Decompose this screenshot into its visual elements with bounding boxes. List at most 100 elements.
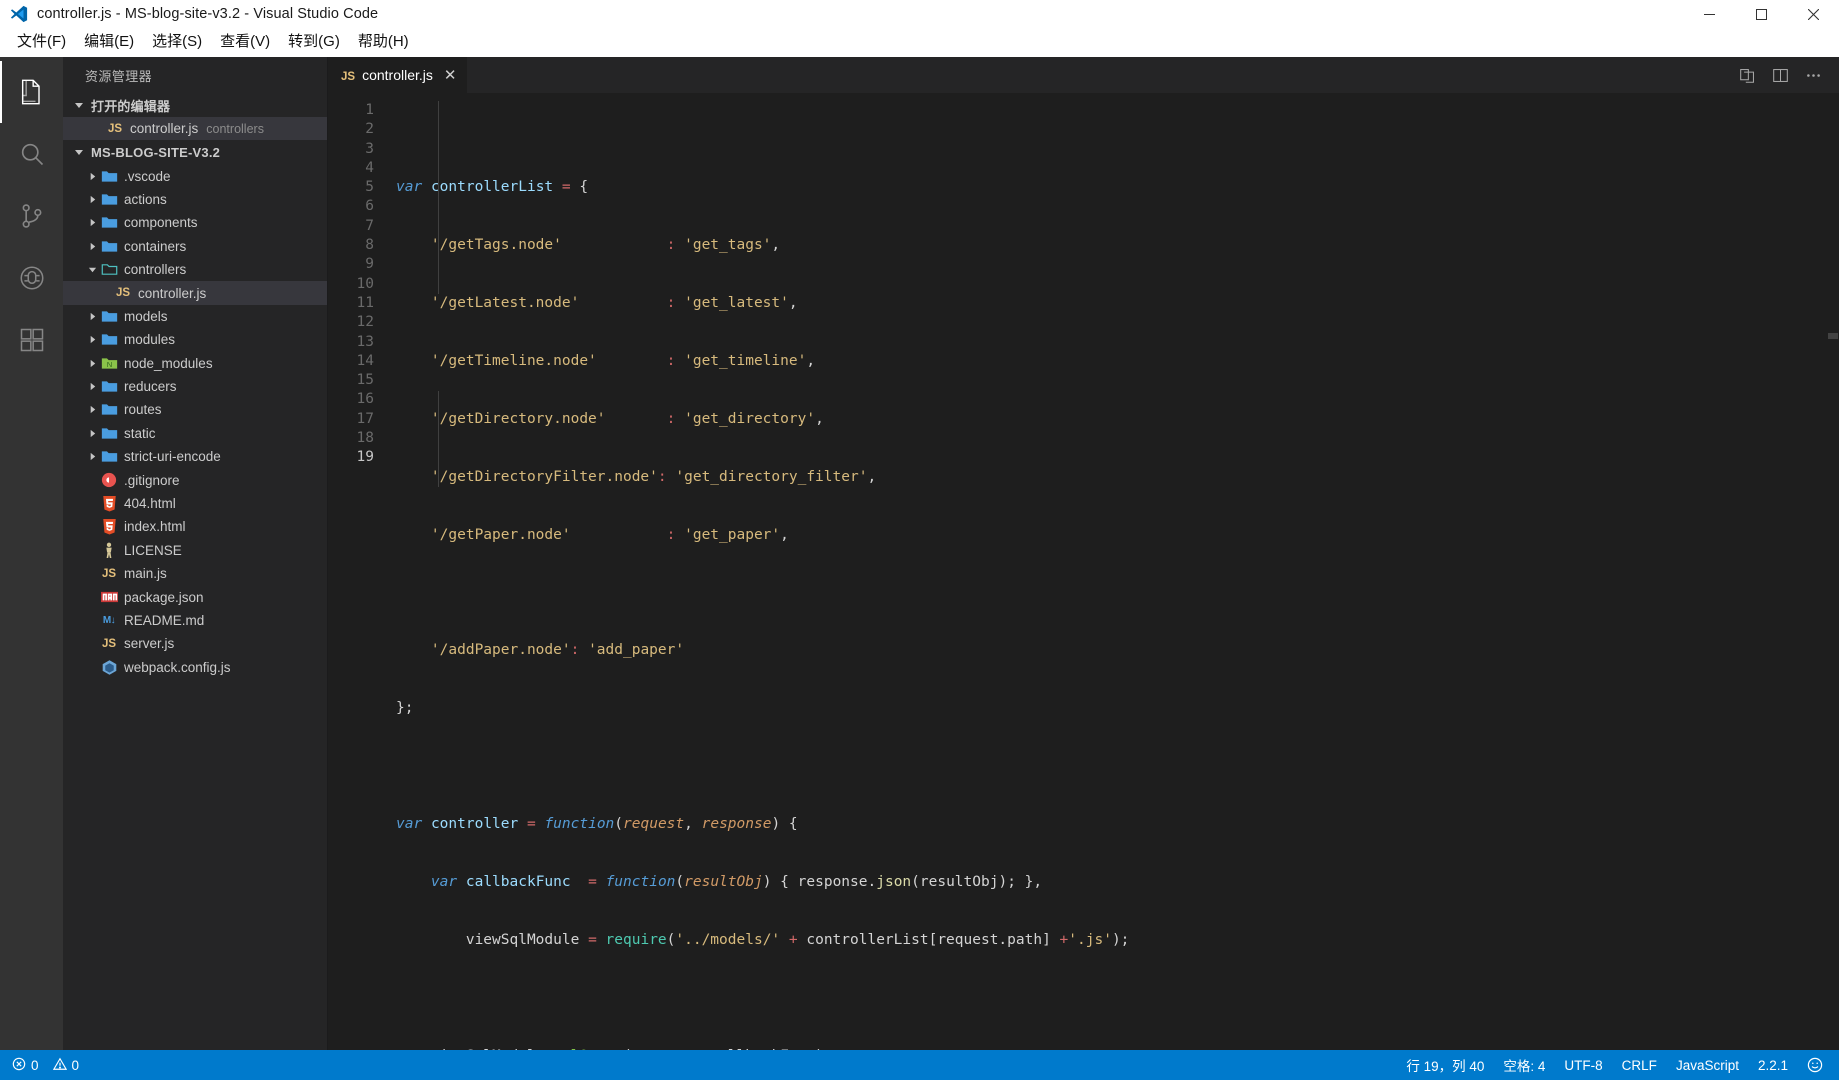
activity-search-button[interactable]	[0, 123, 63, 185]
tree-item-modules[interactable]: modules	[63, 328, 327, 351]
activity-explorer-button[interactable]	[0, 61, 63, 123]
tree-item-vscode[interactable]: .vscode	[63, 164, 327, 187]
menu-goto[interactable]: 转到(G)	[279, 31, 349, 54]
npm-file-icon	[99, 591, 119, 603]
vscode-window: controller.js - MS-blog-site-v3.2 - Visu…	[0, 0, 1839, 1080]
tree-item-strict-uri-encode[interactable]: strict-uri-encode	[63, 445, 327, 468]
smiley-icon[interactable]	[1807, 1057, 1823, 1073]
tree-item-controllers[interactable]: controllers	[63, 258, 327, 281]
tree-item-label: webpack.config.js	[124, 659, 231, 675]
more-actions-icon[interactable]	[1805, 67, 1822, 84]
chevron-right-icon[interactable]	[85, 218, 99, 227]
git-file-icon	[99, 472, 119, 488]
line-number: 18	[356, 430, 374, 447]
code-line-12: var controller = function(request, respo…	[396, 815, 798, 832]
tree-item-components[interactable]: components	[63, 211, 327, 234]
menu-view[interactable]: 查看(V)	[211, 31, 279, 54]
chevron-right-icon[interactable]	[85, 429, 99, 438]
tree-item-label: main.js	[124, 566, 167, 582]
license-file-icon	[99, 542, 119, 559]
menu-bar: 文件(F) 编辑(E) 选择(S) 查看(V) 转到(G) 帮助(H)	[0, 28, 1839, 57]
tree-item-label: .gitignore	[124, 472, 180, 488]
chevron-right-icon[interactable]	[85, 195, 99, 204]
indent-guide	[438, 391, 439, 487]
line-number: 10	[356, 275, 374, 292]
tree-item-license[interactable]: LICENSE	[63, 539, 327, 562]
minimize-button[interactable]	[1683, 0, 1735, 28]
tree-item-actions[interactable]: actions	[63, 188, 327, 211]
code-line-4: '/getTimeline.node' : 'get_timeline',	[430, 352, 816, 369]
tree-item-server-js[interactable]: JS server.js	[63, 632, 327, 655]
tree-item-label: README.md	[124, 613, 205, 628]
indentation[interactable]: 空格: 4	[1503, 1055, 1545, 1075]
code-line-7: '/getPaper.node' : 'get_paper',	[430, 526, 789, 543]
tree-item-404-html[interactable]: 404.html	[63, 492, 327, 515]
open-changes-icon[interactable]	[1739, 67, 1756, 84]
tree-item-containers[interactable]: containers	[63, 235, 327, 258]
tree-item-models[interactable]: models	[63, 305, 327, 328]
code-content[interactable]: var controllerList = { '/getTags.node' :…	[386, 93, 1825, 1050]
chevron-down-icon[interactable]	[85, 265, 99, 274]
chevron-right-icon[interactable]	[85, 312, 99, 321]
menu-file[interactable]: 文件(F)	[8, 31, 75, 54]
menu-help[interactable]: 帮助(H)	[349, 31, 418, 54]
activity-source-control-button[interactable]	[0, 185, 63, 247]
chevron-right-icon[interactable]	[85, 242, 99, 251]
menu-selection[interactable]: 选择(S)	[143, 31, 211, 54]
tree-item-routes[interactable]: routes	[63, 398, 327, 421]
chevron-right-icon[interactable]	[85, 452, 99, 461]
tree-item-main-js[interactable]: JS main.js	[63, 562, 327, 585]
open-editor-item[interactable]: JS controller.js controllers	[63, 117, 327, 141]
node-folder-icon: N	[99, 355, 119, 372]
activity-extensions-button[interactable]	[0, 309, 63, 371]
cursor-position[interactable]: 行 19，列 40	[1406, 1055, 1484, 1075]
chevron-right-icon[interactable]	[85, 405, 99, 414]
project-root-header[interactable]: MS-BLOG-SITE-V3.2	[63, 140, 327, 164]
tree-item-index-html[interactable]: index.html	[63, 515, 327, 538]
code-line-10: };	[396, 700, 414, 717]
activity-debug-button[interactable]	[0, 247, 63, 309]
line-number: 5	[365, 179, 374, 196]
maximize-button[interactable]	[1735, 0, 1787, 28]
chevron-right-icon[interactable]	[85, 335, 99, 344]
version-indicator[interactable]: 2.2.1	[1758, 1058, 1788, 1073]
editor-scrollbar[interactable]	[1825, 93, 1839, 1050]
code-viewport[interactable]: 1 2 3 4 5 6 7 8 9 10 11 12 13 14 15 16 17 18 19 var contro…	[328, 93, 1839, 1050]
language-mode[interactable]: JavaScript	[1676, 1058, 1739, 1073]
folder-icon	[99, 378, 119, 395]
tree-item-controller-js[interactable]: JS controller.js	[63, 281, 327, 305]
folder-icon	[99, 401, 119, 418]
chevron-right-icon[interactable]	[85, 359, 99, 368]
open-editors-header[interactable]: 打开的编辑器	[63, 93, 327, 117]
status-warnings[interactable]: 0	[52, 1057, 79, 1074]
tree-item-static[interactable]: static	[63, 422, 327, 445]
folder-icon	[99, 214, 119, 231]
tree-item-webpack-config-js[interactable]: webpack.config.js	[63, 656, 327, 679]
tree-item-readme-md[interactable]: M↓ README.md	[63, 609, 327, 632]
extensions-icon	[18, 326, 46, 354]
line-number: 12	[356, 314, 374, 331]
close-icon[interactable]: ✕	[444, 66, 457, 84]
menu-edit[interactable]: 编辑(E)	[75, 31, 143, 54]
chevron-right-icon[interactable]	[85, 382, 99, 391]
scrollbar-thumb[interactable]	[1828, 333, 1838, 339]
tree-item-node-modules[interactable]: Nnode_modules	[63, 352, 327, 375]
line-ending[interactable]: CRLF	[1622, 1058, 1657, 1073]
tab-controller-js[interactable]: JS controller.js ✕	[328, 57, 469, 93]
status-errors[interactable]: 0	[12, 1057, 39, 1074]
line-number: 1	[365, 102, 374, 118]
chevron-right-icon[interactable]	[85, 172, 99, 181]
line-number: 6	[365, 198, 374, 215]
window-controls	[1683, 0, 1839, 28]
folder-icon	[99, 308, 119, 325]
tree-item-reducers[interactable]: reducers	[63, 375, 327, 398]
close-button[interactable]	[1787, 0, 1839, 28]
tree-item-package-json[interactable]: package.json	[63, 585, 327, 608]
code-line-14: viewSqlModule = require('../models/' + c…	[465, 931, 1130, 948]
split-editor-icon[interactable]	[1772, 67, 1789, 84]
open-editor-label: controller.js	[130, 121, 199, 137]
tree-item-gitignore[interactable]: .gitignore	[63, 468, 327, 491]
encoding[interactable]: UTF-8	[1564, 1058, 1602, 1073]
status-right-group: 行 19，列 40 空格: 4 UTF-8 CRLF JavaScript 2.…	[1406, 1055, 1839, 1075]
